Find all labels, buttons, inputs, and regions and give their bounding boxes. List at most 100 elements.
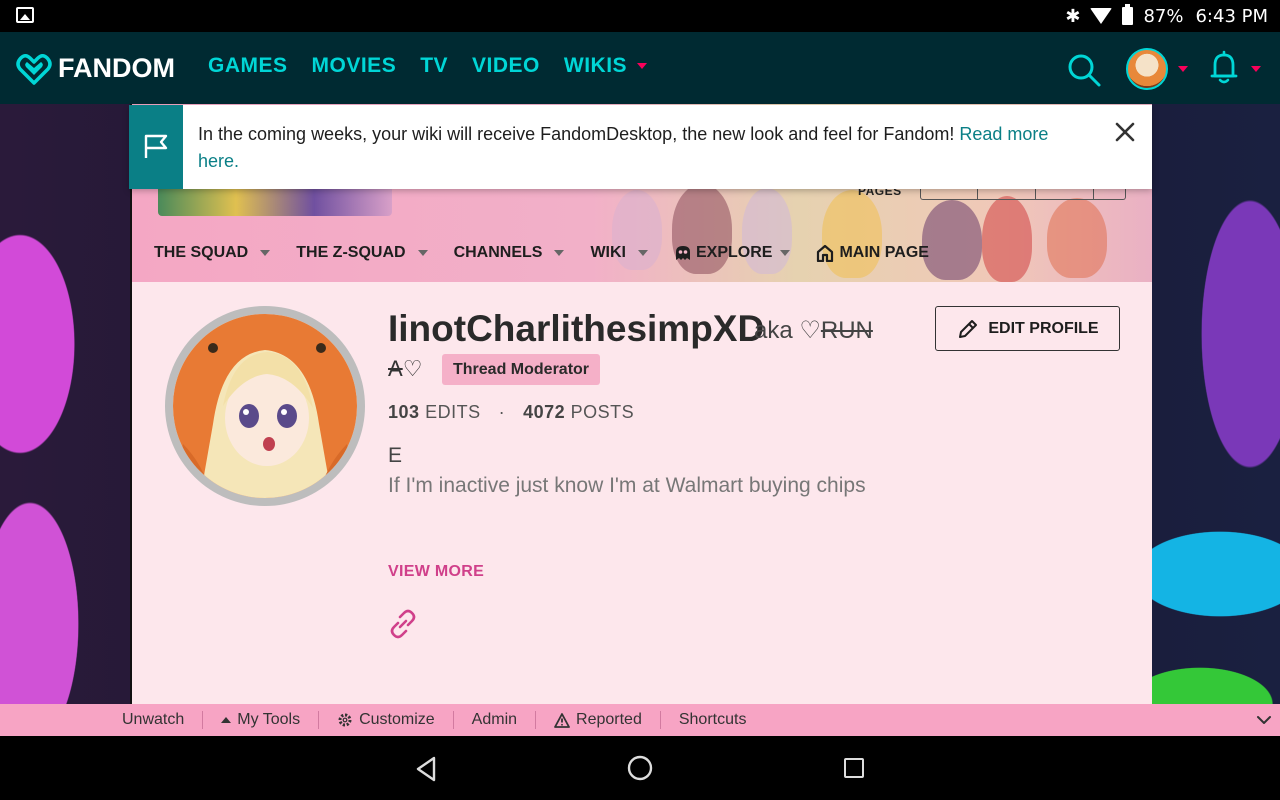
view-more-link[interactable]: VIEW MORE	[388, 563, 484, 581]
recent-apps-icon[interactable]	[844, 758, 864, 778]
wikis-dropdown-icon	[637, 63, 648, 69]
battery-percent: 87%	[1143, 5, 1184, 27]
stats-separator: ·	[498, 402, 506, 422]
nav-wikis[interactable]: WIKIS	[563, 54, 648, 78]
toolbar-reported[interactable]: Reported	[535, 711, 660, 729]
wiki-navigation: THE SQUAD THE Z-SQUAD CHANNELS WIKI EXPL…	[154, 244, 929, 262]
profile-stats: 103 EDITS · 4072 POSTS	[388, 402, 634, 423]
posts-count: 4072	[523, 402, 566, 422]
toolbar-label: Reported	[576, 711, 642, 728]
wiki-nav-the-z-squad[interactable]: THE Z-SQUAD	[296, 244, 428, 262]
fandom-wordmark: FANDOM	[58, 52, 175, 83]
profile-bio-line: If I'm inactive just know I'm at Walmart…	[388, 474, 866, 497]
gallery-notification-icon	[16, 7, 34, 23]
header-character	[982, 196, 1032, 282]
home-button-icon[interactable]	[626, 754, 654, 782]
posts-label: POSTS	[570, 402, 635, 422]
warning-icon	[554, 712, 570, 728]
banner-read-more-link-cont[interactable]: here.	[198, 151, 239, 171]
header-character	[922, 200, 982, 280]
aka-suffix: ♡	[402, 356, 423, 381]
bluetooth-icon: ✱	[1065, 5, 1081, 27]
chevron-down-icon	[417, 250, 428, 256]
notifications-bell-icon[interactable]	[1210, 50, 1238, 86]
banner-flag-box	[129, 105, 183, 189]
wiki-nav-the-squad[interactable]: THE SQUAD	[154, 244, 271, 262]
status-bar: ✱ 87% 6:43 PM	[0, 0, 1280, 32]
aka-prefix: aka ♡	[754, 317, 821, 344]
wiki-nav-label: EXPLORE	[696, 244, 773, 261]
nav-wikis-label: WIKIS	[563, 54, 628, 77]
chevron-down-icon	[260, 250, 271, 256]
edits-label: EDITS	[425, 402, 481, 422]
profile-bio-line: E	[388, 444, 403, 467]
nav-video[interactable]: VIDEO	[472, 54, 540, 78]
chevron-down-icon	[554, 250, 565, 256]
toolbar-label: Shortcuts	[678, 711, 747, 728]
banner-read-more-link[interactable]: Read more	[959, 124, 1048, 144]
nav-movies[interactable]: MOVIES	[312, 54, 397, 78]
profile-aka: aka ♡RUN	[754, 316, 873, 345]
notifications-caret-icon[interactable]	[1251, 66, 1261, 72]
toolbar-shortcuts[interactable]: Shortcuts	[659, 711, 765, 729]
user-avatar[interactable]	[1126, 48, 1168, 90]
edits-stat[interactable]: 103 EDITS	[388, 402, 481, 423]
toolbar-admin[interactable]: Admin	[452, 711, 535, 729]
toolbar-unwatch[interactable]: Unwatch	[104, 711, 202, 729]
wiki-nav-explore[interactable]: EXPLORE	[674, 244, 791, 262]
toolbar-label: Customize	[359, 711, 435, 728]
global-navigation: FANDOM GAMES MOVIES TV VIDEO WIKIS	[0, 32, 1280, 104]
back-icon[interactable]	[415, 756, 437, 782]
caret-up-icon	[221, 717, 232, 723]
wifi-icon	[1090, 8, 1113, 24]
profile-avatar-image	[173, 314, 357, 498]
clock: 6:43 PM	[1195, 5, 1268, 27]
toolbar-customize[interactable]: Customize	[318, 711, 453, 729]
chevron-down-icon	[780, 250, 791, 256]
battery-icon	[1122, 4, 1134, 25]
aka-struck-text: RUN	[820, 317, 873, 344]
user-menu-caret-icon[interactable]	[1178, 66, 1188, 72]
gear-icon	[338, 713, 352, 727]
wiki-nav-label: THE SQUAD	[154, 244, 249, 261]
nav-games[interactable]: GAMES	[208, 54, 288, 78]
anime-character-portrait	[173, 314, 357, 498]
wiki-nav-main-page[interactable]: MAIN PAGE	[816, 244, 929, 262]
nav-tv[interactable]: TV	[420, 54, 448, 78]
search-icon[interactable]	[1066, 52, 1102, 88]
flag-icon	[144, 134, 168, 158]
wiki-nav-wiki[interactable]: WIKI	[590, 244, 648, 262]
banner-message-text: In the coming weeks, your wiki will rece…	[198, 124, 960, 144]
aka-struck-text: A	[388, 356, 403, 381]
global-nav-links: GAMES MOVIES TV VIDEO WIKIS	[208, 54, 648, 78]
profile-username: IinotCharlithesimpXD	[388, 308, 765, 349]
chevron-down-icon	[638, 250, 648, 256]
wiki-nav-label: MAIN PAGE	[839, 244, 929, 261]
chevron-down-icon[interactable]	[1256, 713, 1272, 727]
header-character	[822, 190, 882, 278]
wiki-nav-label: THE Z-SQUAD	[296, 244, 406, 261]
thread-moderator-badge: Thread Moderator	[442, 354, 601, 385]
notification-banner: In the coming weeks, your wiki will rece…	[129, 105, 1152, 189]
fandom-logo-link[interactable]: FANDOM	[16, 50, 175, 86]
link-icon[interactable]	[387, 608, 419, 640]
close-icon[interactable]	[1114, 121, 1136, 143]
toolbar-items: Unwatch My Tools Customize Admin Reporte…	[104, 704, 764, 736]
android-navigation-bar	[0, 736, 1280, 800]
home-icon	[817, 244, 834, 262]
edit-profile-button[interactable]: EDIT PROFILE	[935, 306, 1120, 351]
toolbar-label: Admin	[471, 711, 518, 728]
explore-icon	[676, 246, 690, 260]
wiki-nav-channels[interactable]: CHANNELS	[454, 244, 565, 262]
wiki-nav-label: WIKI	[590, 244, 626, 261]
profile-aka-continued: A♡	[388, 356, 422, 382]
toolbar-my-tools[interactable]: My Tools	[202, 711, 318, 729]
toolbar-label: Unwatch	[122, 711, 185, 728]
banner-message: In the coming weeks, your wiki will rece…	[198, 121, 1098, 175]
pencil-icon	[959, 319, 978, 338]
fandom-heart-icon	[16, 54, 52, 85]
wiki-nav-label: CHANNELS	[453, 244, 543, 261]
posts-stat[interactable]: 4072 POSTS	[523, 402, 634, 423]
toolbar-label: My Tools	[237, 711, 301, 728]
header-character	[1047, 198, 1107, 278]
